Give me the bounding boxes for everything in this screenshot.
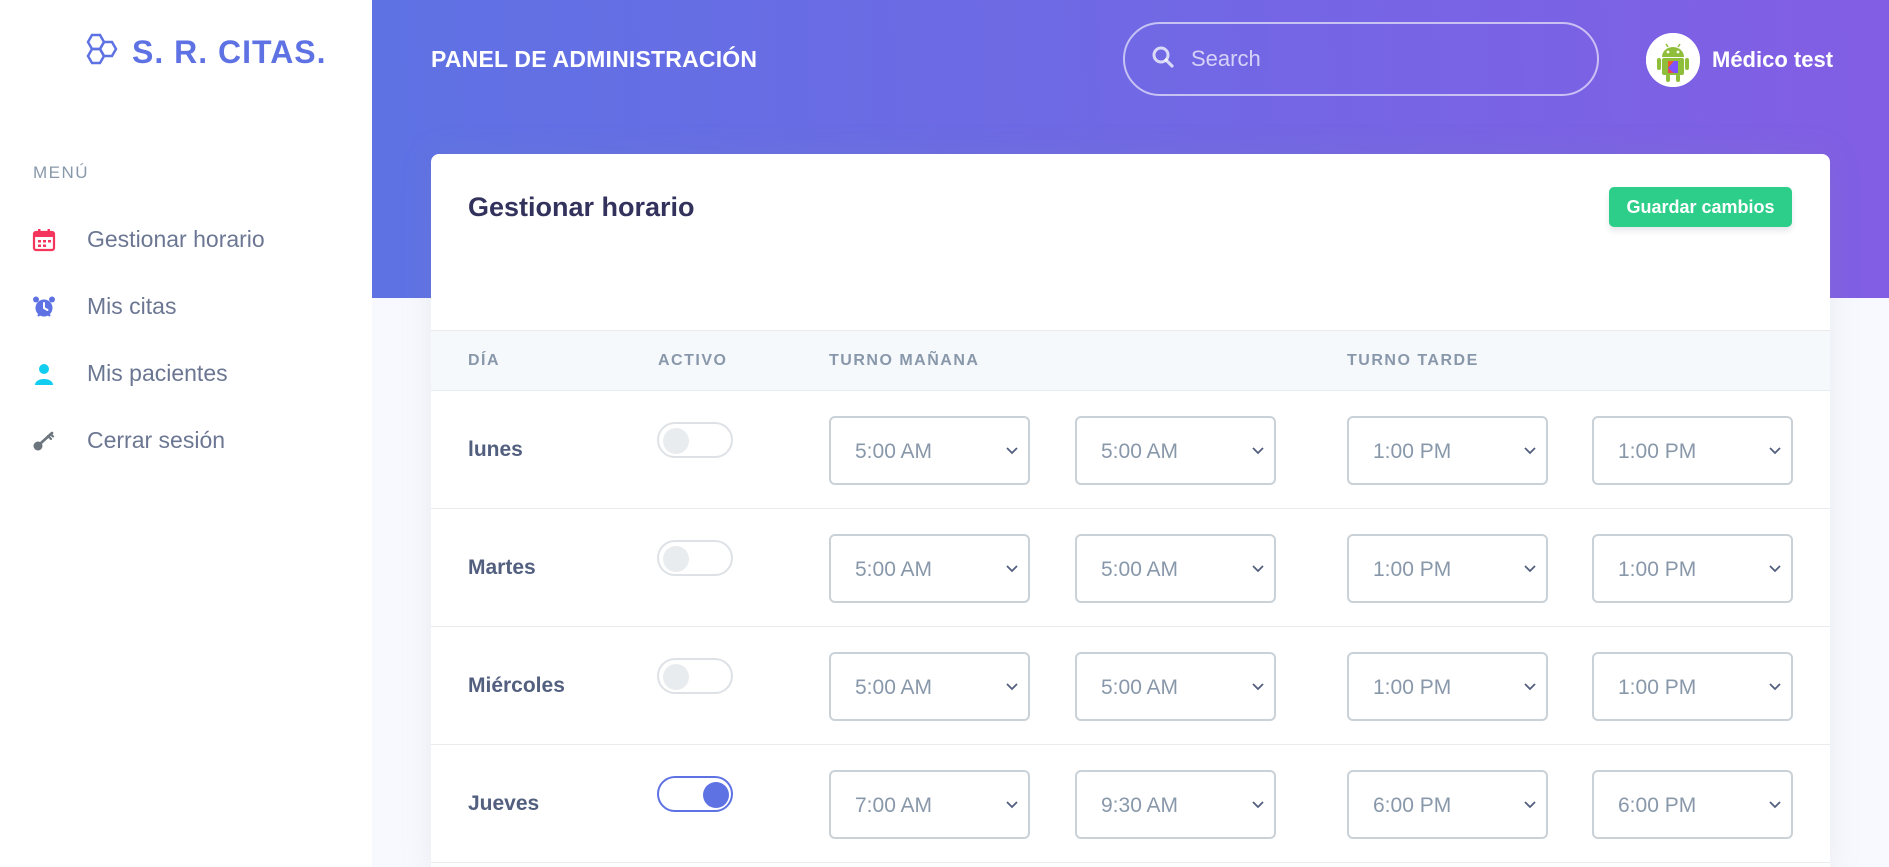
select-value: 5:00 AM: [855, 676, 933, 699]
hexagon-logo-icon: [82, 32, 122, 73]
chevron-down-icon: [1006, 565, 1018, 573]
column-header-active: ACTIVO: [658, 352, 728, 369]
select-value: 6:00 PM: [1618, 794, 1697, 817]
day-label: Martes: [468, 556, 536, 579]
chevron-down-icon: [1524, 565, 1536, 573]
column-header-morning: TURNO MAÑANA: [829, 352, 980, 369]
chevron-down-icon: [1769, 683, 1781, 691]
sidebar-item-label: Mis citas: [87, 293, 177, 319]
user-menu[interactable]: Médico test: [1646, 33, 1833, 87]
afternoon-end-select[interactable]: 1:00 PM: [1592, 416, 1793, 485]
afternoon-end-select[interactable]: 1:00 PM: [1592, 652, 1793, 721]
chevron-down-icon: [1769, 447, 1781, 455]
afternoon-start-select[interactable]: 6:00 PM: [1347, 770, 1548, 839]
select-value: 1:00 PM: [1373, 676, 1452, 699]
day-label: Miércoles: [468, 674, 565, 697]
save-changes-button[interactable]: Guardar cambios: [1609, 187, 1792, 227]
table-row: Jueves 7:00 AM 9:30 AM 6:00 PM 6:00 PM: [431, 745, 1830, 863]
chevron-down-icon: [1524, 683, 1536, 691]
chevron-down-icon: [1769, 565, 1781, 573]
active-toggle[interactable]: [657, 776, 733, 812]
calendar-icon: [31, 227, 57, 253]
select-value: 1:00 PM: [1618, 440, 1697, 463]
alarm-clock-icon: [31, 294, 57, 320]
active-toggle[interactable]: [657, 658, 733, 694]
morning-end-select[interactable]: 9:30 AM: [1075, 770, 1276, 839]
active-toggle[interactable]: [657, 540, 733, 576]
select-value: 6:00 PM: [1373, 794, 1452, 817]
afternoon-end-select[interactable]: 6:00 PM: [1592, 770, 1793, 839]
schedule-card: Gestionar horario Guardar cambios DÍA AC…: [431, 154, 1830, 867]
user-icon: [31, 361, 57, 387]
sidebar-item-label: Cerrar sesión: [87, 427, 226, 453]
afternoon-end-select[interactable]: 1:00 PM: [1592, 534, 1793, 603]
brand-name: S. R. CITAS.: [132, 34, 327, 70]
select-value: 5:00 AM: [1101, 440, 1179, 463]
column-header-afternoon: TURNO TARDE: [1347, 352, 1479, 369]
select-value: 1:00 PM: [1373, 440, 1452, 463]
chevron-down-icon: [1769, 801, 1781, 809]
select-value: 5:00 AM: [855, 440, 933, 463]
sidebar-item-label: Mis pacientes: [87, 360, 228, 386]
morning-end-select[interactable]: 5:00 AM: [1075, 416, 1276, 485]
day-label: lunes: [468, 438, 523, 461]
toggle-knob: [663, 546, 689, 572]
morning-start-select[interactable]: 5:00 AM: [829, 534, 1030, 603]
afternoon-start-select[interactable]: 1:00 PM: [1347, 416, 1548, 485]
select-value: 9:30 AM: [1101, 794, 1179, 817]
morning-start-select[interactable]: 5:00 AM: [829, 652, 1030, 721]
chevron-down-icon: [1006, 447, 1018, 455]
select-value: 7:00 AM: [855, 794, 933, 817]
table-header: DÍA ACTIVO TURNO MAÑANA TURNO TARDE: [431, 330, 1830, 391]
chevron-down-icon: [1006, 801, 1018, 809]
android-avatar-icon: [1646, 33, 1700, 87]
sidebar-nav: Gestionar horario Mis citas Mis paciente…: [0, 206, 372, 474]
chevron-down-icon: [1252, 447, 1264, 455]
column-header-day: DÍA: [468, 352, 501, 369]
sidebar-item-gestionar-horario[interactable]: Gestionar horario: [0, 206, 372, 273]
user-name: Médico test: [1712, 47, 1834, 72]
page-title[interactable]: PANEL DE ADMINISTRACIÓN: [431, 46, 757, 73]
chevron-down-icon: [1252, 683, 1264, 691]
afternoon-start-select[interactable]: 1:00 PM: [1347, 534, 1548, 603]
select-value: 1:00 PM: [1373, 558, 1452, 581]
chevron-down-icon: [1524, 801, 1536, 809]
table-row: lunes 5:00 AM 5:00 AM 1:00 PM 1:00 PM: [431, 391, 1830, 509]
sidebar-item-label: Gestionar horario: [87, 226, 265, 252]
chevron-down-icon: [1006, 683, 1018, 691]
select-value: 5:00 AM: [1101, 558, 1179, 581]
morning-end-select[interactable]: 5:00 AM: [1075, 652, 1276, 721]
table-row: Martes 5:00 AM 5:00 AM 1:00 PM 1:00 PM: [431, 509, 1830, 627]
day-label: Jueves: [468, 792, 540, 815]
toggle-knob: [703, 782, 729, 808]
search-icon: [1151, 45, 1175, 74]
search-input[interactable]: [1191, 46, 1571, 72]
toggle-knob: [663, 664, 689, 690]
toggle-knob: [663, 428, 689, 454]
sidebar-item-mis-citas[interactable]: Mis citas: [0, 273, 372, 340]
afternoon-start-select[interactable]: 1:00 PM: [1347, 652, 1548, 721]
avatar: [1646, 33, 1700, 87]
morning-end-select[interactable]: 5:00 AM: [1075, 534, 1276, 603]
select-value: 1:00 PM: [1618, 558, 1697, 581]
morning-start-select[interactable]: 7:00 AM: [829, 770, 1030, 839]
sidebar-item-mis-pacientes[interactable]: Mis pacientes: [0, 340, 372, 407]
select-value: 1:00 PM: [1618, 676, 1697, 699]
chevron-down-icon: [1252, 801, 1264, 809]
select-value: 5:00 AM: [1101, 676, 1179, 699]
table-row: Miércoles 5:00 AM 5:00 AM 1:00 PM 1:00 P…: [431, 627, 1830, 745]
menu-heading: MENÚ: [33, 163, 90, 182]
chevron-down-icon: [1252, 565, 1264, 573]
sidebar: S. R. CITAS. MENÚ Gestionar horario Mis …: [0, 0, 372, 867]
sidebar-item-cerrar-sesion[interactable]: Cerrar sesión: [0, 407, 372, 474]
search-bar[interactable]: [1123, 22, 1599, 96]
key-icon: [31, 428, 57, 454]
select-value: 5:00 AM: [855, 558, 933, 581]
card-title: Gestionar horario: [468, 192, 695, 222]
chevron-down-icon: [1524, 447, 1536, 455]
brand-logo[interactable]: S. R. CITAS.: [82, 32, 327, 73]
active-toggle[interactable]: [657, 422, 733, 458]
morning-start-select[interactable]: 5:00 AM: [829, 416, 1030, 485]
